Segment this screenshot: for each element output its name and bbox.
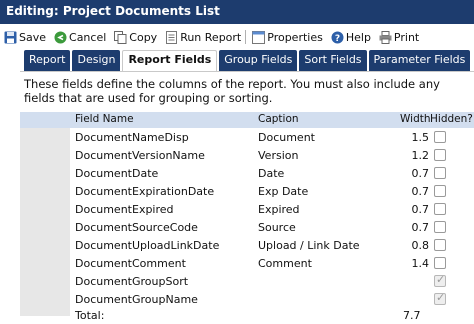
caption-cell: Expired [258,203,300,216]
copy-label: Copy [129,30,158,44]
properties-label: Properties [267,30,323,44]
hidden-checkbox[interactable] [434,291,446,305]
field-name-cell: DocumentNameDisp [75,131,189,144]
report-fields-panel: These fields define the columns of the r… [20,71,474,322]
caption-cell: Document [258,131,315,144]
field-name-cell: DocumentUploadLinkDate [75,239,220,252]
table-row[interactable]: DocumentComment Comment 1.4 [70,254,474,272]
table-row[interactable]: DocumentVersionName Version 1.2 [70,146,474,164]
help-label: Help [345,30,371,44]
cancel-icon [54,31,67,44]
cancel-label: Cancel [69,30,107,44]
hidden-checkbox[interactable] [434,221,446,233]
field-name-cell: DocumentVersionName [75,149,205,162]
window-title: Editing: Project Documents List [0,0,474,24]
tab-parameter-fields[interactable]: Parameter Fields [368,50,471,71]
caption-cell: Exp Date [258,185,309,198]
hidden-checkbox[interactable] [434,167,446,179]
toolbar-divider [245,30,247,44]
tab-bar: Report Design Report Fields Group Fields… [24,50,474,71]
run-report-label: Run Report [180,30,242,44]
field-name-cell: DocumentExpirationDate [75,185,215,198]
copy-button[interactable]: Copy [114,30,158,44]
caption-cell: Upload / Link Date [258,239,360,252]
width-cell: 0.7 [411,185,430,198]
cancel-button[interactable]: Cancel [54,31,106,44]
table-row[interactable]: DocumentExpired Expired 0.7 [70,200,474,218]
total-width-value: 7.7 [403,309,421,322]
table-row[interactable]: DocumentSourceCode Source 0.7 [70,218,474,236]
grid-header: Field Name Caption Width Hidden? [20,112,474,128]
print-icon [379,30,392,44]
properties-icon [252,30,266,44]
column-header-field-name: Field Name [75,113,134,125]
column-header-hidden: Hidden? [430,113,473,125]
width-cell: 0.7 [411,167,430,180]
table-row[interactable]: DocumentUploadLinkDate Upload / Link Dat… [70,236,474,254]
save-label: Save [19,30,47,44]
field-name-cell: DocumentDate [75,167,159,180]
report-icon [165,30,178,44]
print-label: Print [393,30,420,44]
tab-sort-fields[interactable]: Sort Fields [299,50,367,71]
total-label: Total: [75,309,105,322]
tab-report[interactable]: Report [24,50,71,71]
hidden-checkbox[interactable] [434,185,446,197]
caption-cell: Version [258,149,299,162]
width-cell: 0.7 [411,203,430,216]
help-icon: ? [331,31,344,44]
hidden-checkbox[interactable] [434,131,446,143]
hidden-checkbox[interactable] [434,149,446,161]
width-cell: 1.4 [411,257,430,270]
print-button[interactable]: Print [379,30,420,44]
hidden-checkbox[interactable] [434,257,446,269]
table-row[interactable]: DocumentGroupSort [70,272,474,290]
width-cell: 1.2 [411,149,430,162]
help-button[interactable]: ? Help [331,31,371,44]
table-row[interactable]: DocumentExpirationDate Exp Date 0.7 [70,182,474,200]
table-row[interactable]: DocumentDate Date 0.7 [70,164,474,182]
field-name-cell: DocumentExpired [75,203,174,216]
column-header-width: Width [400,113,431,125]
caption-cell: Comment [258,257,312,270]
field-name-cell: DocumentSourceCode [75,221,198,234]
width-cell: 0.8 [411,239,430,252]
floppy-disk-icon [4,31,17,44]
row-selector-strip [20,120,70,316]
caption-cell: Source [258,221,296,234]
table-row[interactable]: DocumentNameDisp Document 1.5 [70,128,474,146]
column-header-caption: Caption [258,113,299,125]
tab-group-fields[interactable]: Group Fields [219,50,298,71]
toolbar: Save Cancel Copy Run Report Properties ?… [0,26,474,48]
panel-description: These fields define the columns of the r… [24,77,440,105]
copy-icon [114,30,127,44]
caption-cell: Date [258,167,285,180]
save-button[interactable]: Save [4,31,46,44]
hidden-checkbox[interactable] [434,203,446,215]
width-cell: 0.7 [411,221,430,234]
tab-report-fields[interactable]: Report Fields [122,50,218,71]
width-cell: 1.5 [411,131,430,144]
properties-button[interactable]: Properties [252,30,323,44]
field-name-cell: DocumentGroupName [75,293,198,306]
svg-text:?: ? [335,34,340,44]
hidden-checkbox[interactable] [434,239,446,251]
total-row: Total: 7.7 [20,306,474,324]
hidden-checkbox[interactable] [434,273,446,287]
run-report-button[interactable]: Run Report [165,30,242,44]
fields-grid: Field Name Caption Width Hidden? Documen… [20,112,474,322]
field-name-cell: DocumentGroupSort [75,275,189,288]
field-name-cell: DocumentComment [75,257,186,270]
tab-design[interactable]: Design [72,50,121,71]
